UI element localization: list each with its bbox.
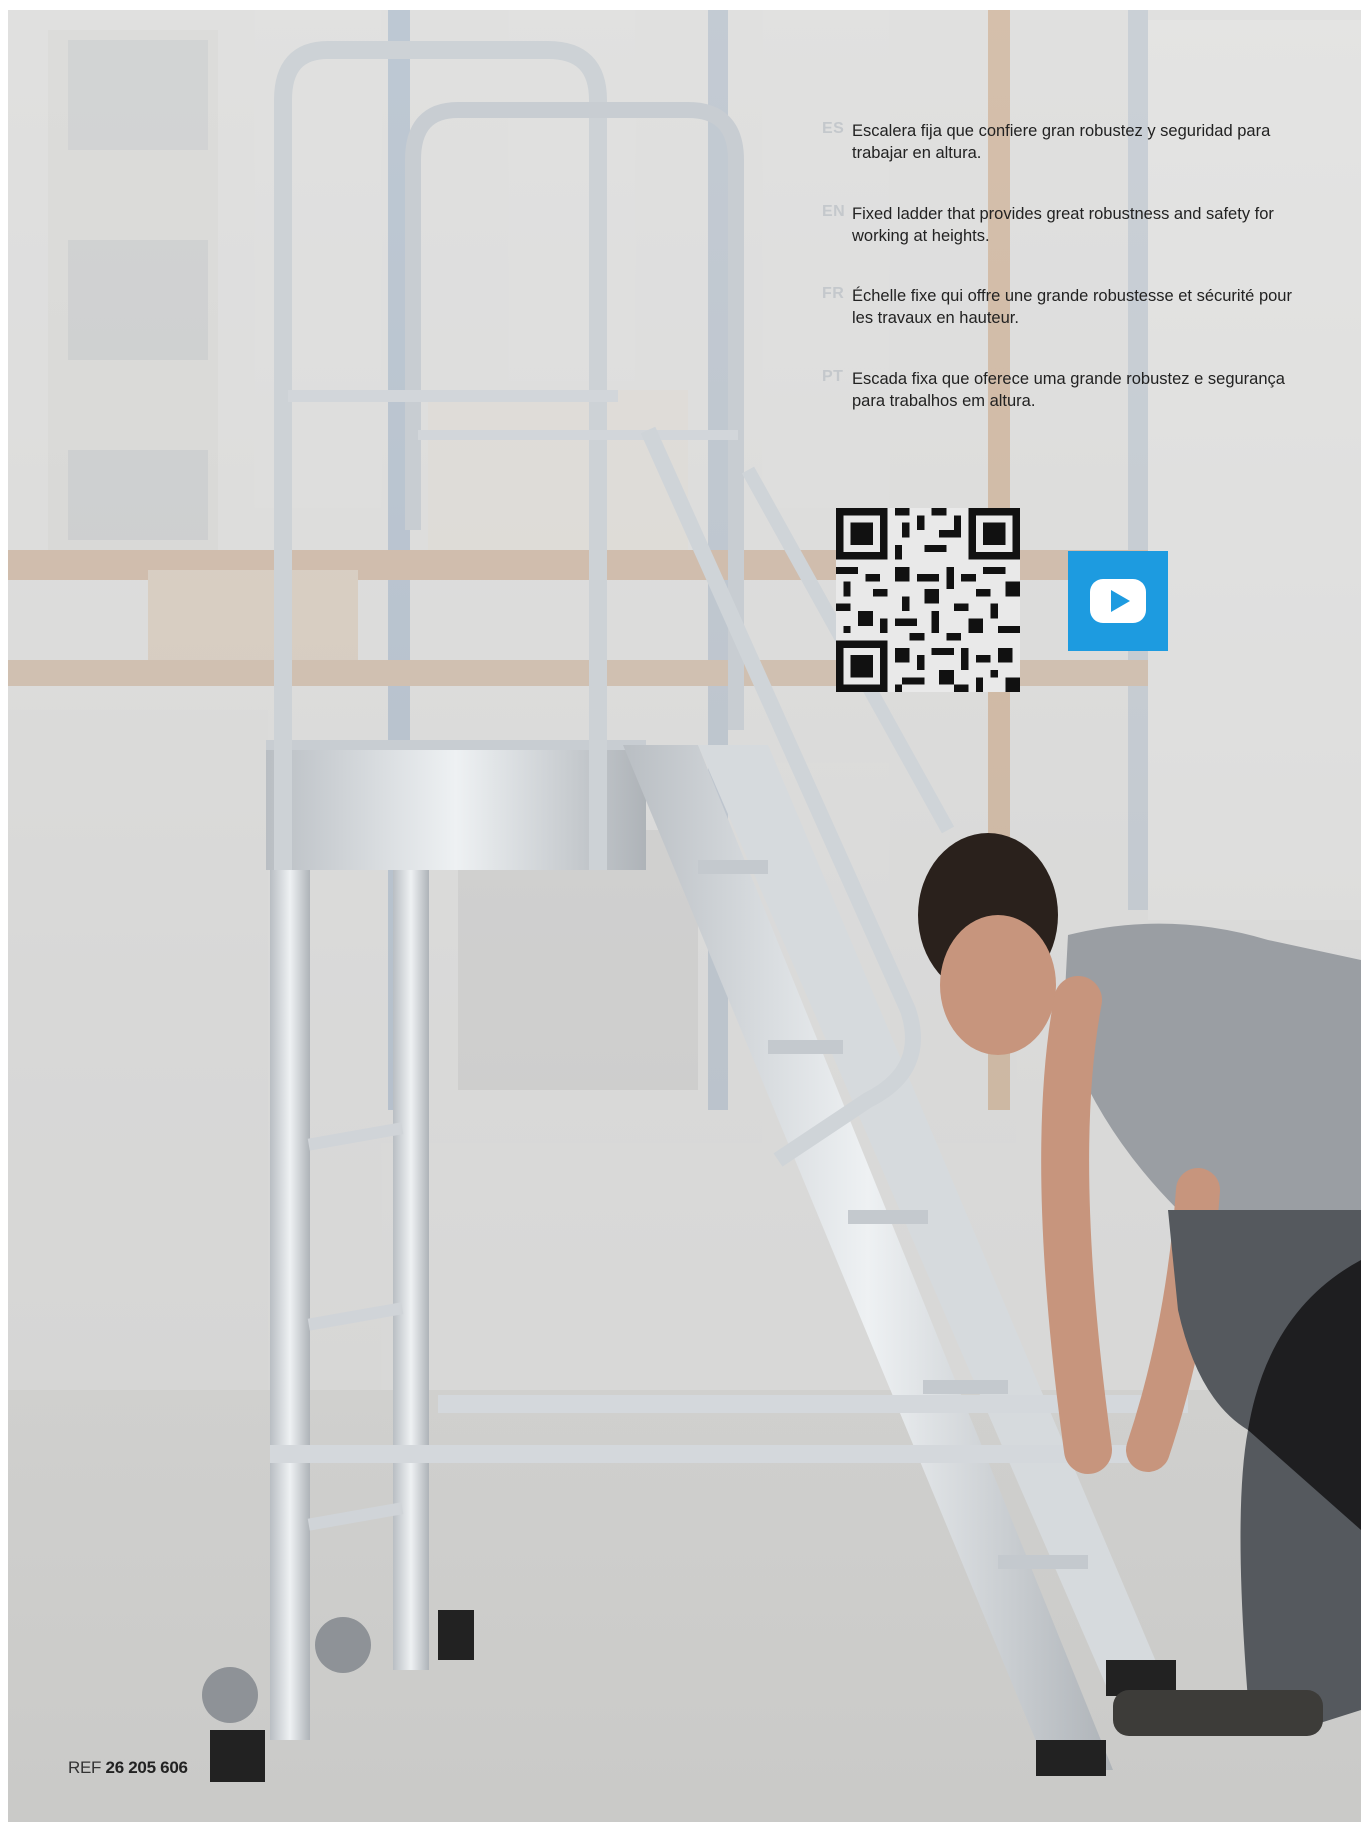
description-text-en: Fixed ladder that provides great robustn… — [852, 205, 1274, 245]
lang-code-es: ES — [822, 120, 845, 137]
product-page: ES Escalera fija que confiere gran robus… — [8, 10, 1361, 1822]
video-play-button[interactable] — [1068, 551, 1168, 651]
product-reference: REF 26 205 606 — [68, 1758, 188, 1778]
description-text-es: Escalera fija que confiere gran robustez… — [852, 122, 1271, 162]
product-photo — [8, 10, 1361, 1822]
lang-code-fr: FR — [822, 285, 845, 302]
reference-prefix: REF — [68, 1758, 102, 1777]
description-text-fr: Échelle fixe qui offre une grande robust… — [852, 287, 1292, 327]
description-text-pt: Escada fixa que oferece uma grande robus… — [852, 370, 1285, 410]
qr-code-icon[interactable] — [836, 508, 1020, 692]
play-icon — [1090, 579, 1146, 623]
lang-code-pt: PT — [822, 368, 844, 385]
reference-number: 26 205 606 — [105, 1758, 188, 1777]
lang-code-en: EN — [822, 203, 846, 220]
